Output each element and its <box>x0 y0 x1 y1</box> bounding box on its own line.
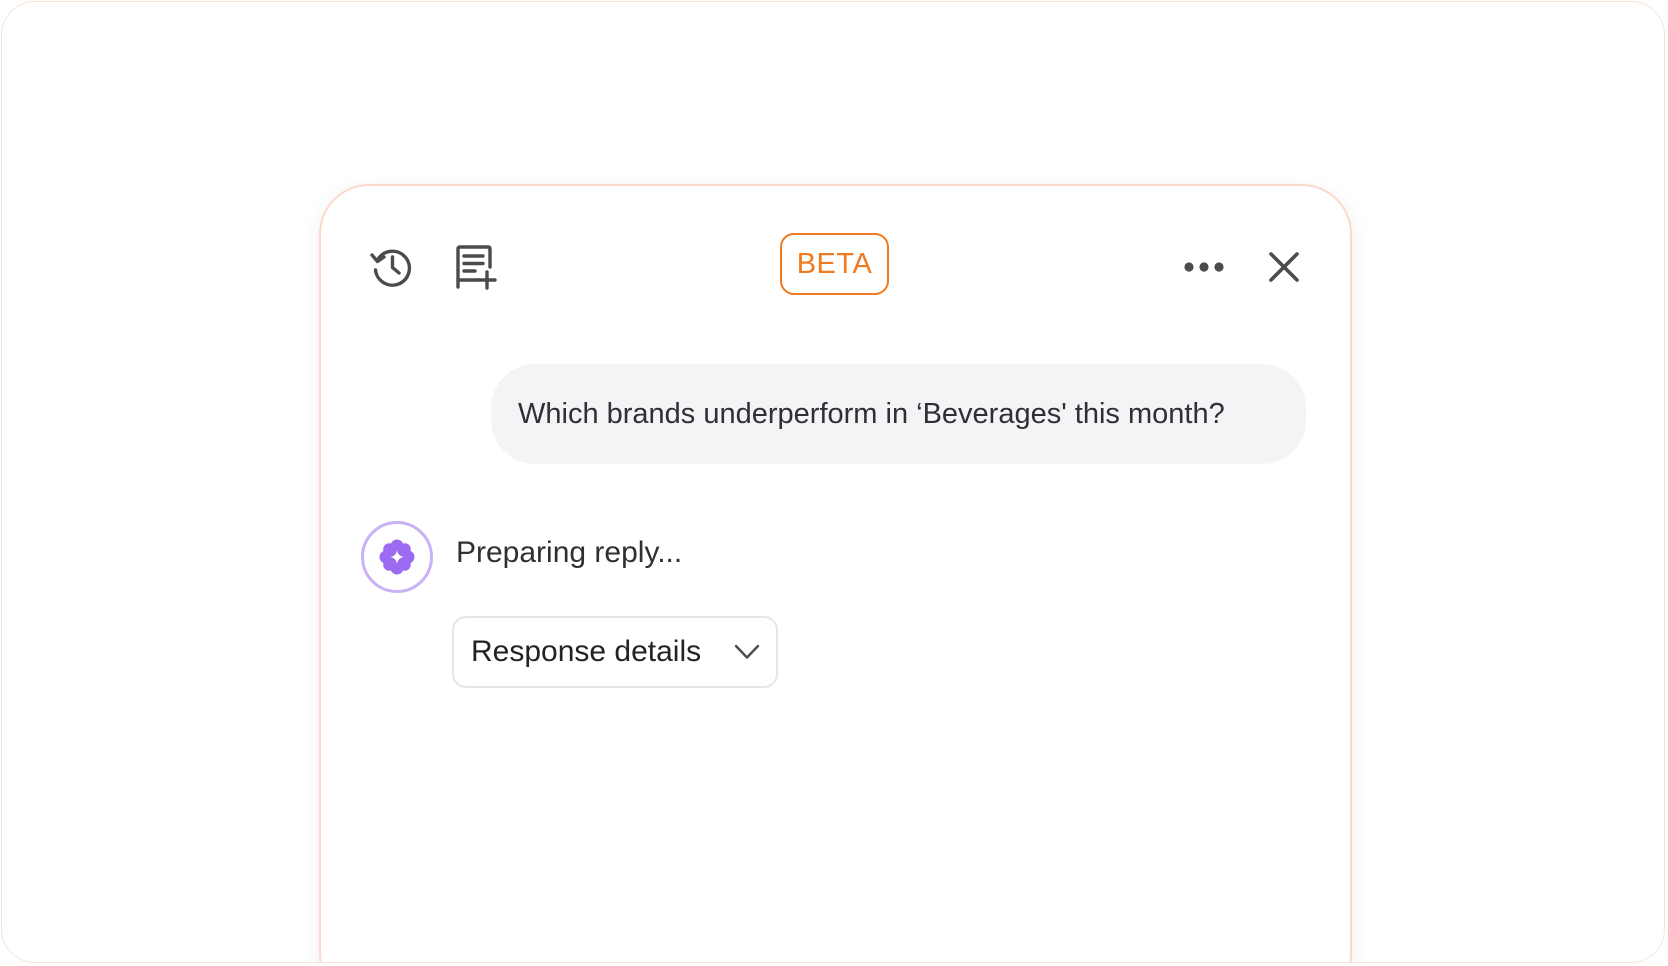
assistant-panel: BETA Which brands underperform in ‘Bever… <box>319 184 1352 962</box>
user-message-text: Which brands underperform in ‘Beverages'… <box>518 397 1225 430</box>
close-button[interactable] <box>1259 242 1309 292</box>
new-chat-icon <box>456 245 497 290</box>
new-chat-button[interactable] <box>449 242 499 292</box>
user-message-bubble: Which brands underperform in ‘Beverages'… <box>491 364 1306 464</box>
app-frame: BETA Which brands underperform in ‘Bever… <box>1 1 1665 963</box>
sparkle-flower-icon <box>379 539 415 575</box>
close-icon <box>1269 252 1299 282</box>
chevron-down-icon <box>734 644 760 659</box>
history-button[interactable] <box>367 242 417 292</box>
beta-badge: BETA <box>780 233 889 295</box>
more-options-icon <box>1184 262 1224 272</box>
more-options-button[interactable] <box>1177 242 1231 292</box>
history-icon <box>370 249 412 287</box>
assistant-status-text: Preparing reply... <box>456 536 683 569</box>
response-details-toggle[interactable]: Response details <box>452 616 778 688</box>
assistant-avatar <box>361 521 433 593</box>
response-details-label: Response details <box>471 635 702 668</box>
